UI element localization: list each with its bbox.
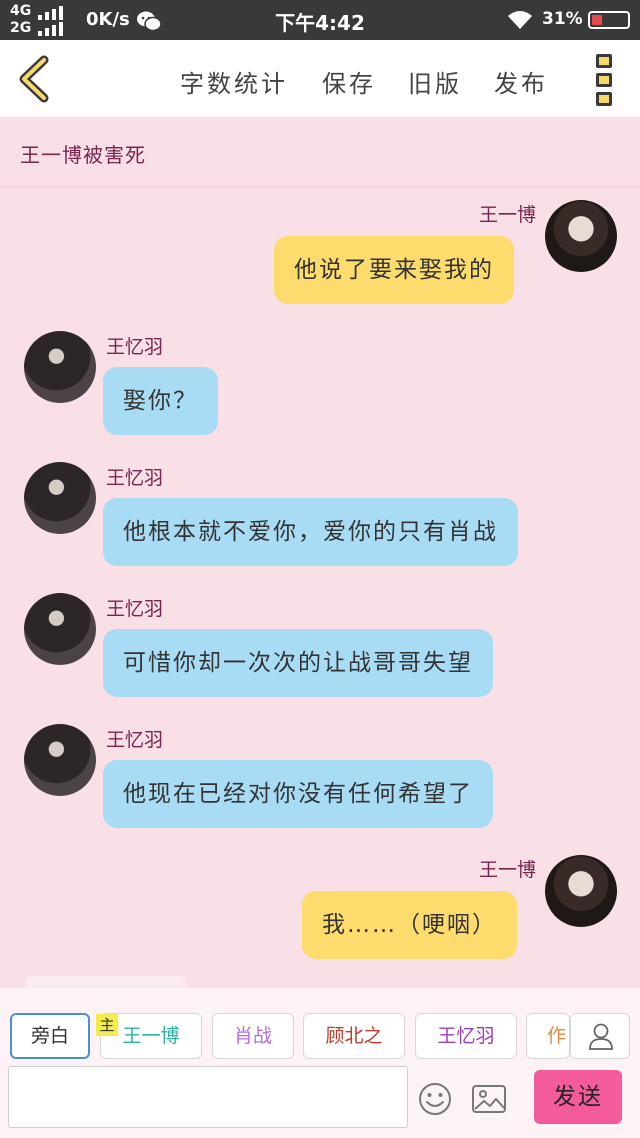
role-gu-beizhi[interactable]: 顾北之 [303, 1013, 405, 1059]
message-bubble[interactable]: 他现在已经对你没有任何希望了 [103, 760, 493, 828]
message-bubble[interactable]: 我……（哽咽） [302, 891, 517, 959]
role-xiao-zhan[interactable]: 肖战 [212, 1013, 294, 1059]
back-chevron-icon[interactable] [12, 54, 56, 104]
person-icon [589, 1023, 613, 1050]
message-bubble[interactable]: 他根本就不爱你，爱你的只有肖战 [103, 498, 518, 566]
battery-icon [588, 11, 630, 29]
avatar[interactable] [24, 462, 96, 534]
avatar[interactable] [545, 855, 617, 927]
sender-name: 王一博 [479, 204, 537, 226]
role-author[interactable]: 作 [526, 1013, 570, 1059]
story-title: 王一博被害死 [20, 143, 146, 167]
role-narration[interactable]: 旁白 [10, 1013, 90, 1059]
word-count-button[interactable]: 字数统计 [180, 64, 288, 99]
sender-name: 王忆羽 [106, 467, 164, 489]
add-role-button[interactable] [570, 1013, 630, 1059]
avatar[interactable] [24, 724, 96, 796]
sender-name: 王忆羽 [106, 729, 164, 751]
save-button[interactable]: 保存 [322, 64, 376, 99]
send-button[interactable]: 发送 [534, 1070, 622, 1124]
sender-name: 王忆羽 [106, 598, 164, 620]
old-version-button[interactable]: 旧版 [408, 64, 462, 99]
editor-toolbar: 字数统计 保存 旧版 发布 [0, 40, 640, 118]
message-bubble[interactable]: 他说了要来娶我的 [274, 236, 514, 304]
avatar[interactable] [24, 331, 96, 403]
main-role-badge: 主 [96, 1014, 118, 1036]
image-icon[interactable] [471, 1083, 507, 1115]
role-wang-yiyu[interactable]: 王忆羽 [415, 1013, 517, 1059]
more-menu-icon[interactable] [594, 54, 616, 106]
avatar[interactable] [24, 593, 96, 665]
message-input[interactable] [8, 1066, 408, 1128]
avatar[interactable] [545, 200, 617, 272]
sender-name: 王忆羽 [106, 336, 164, 358]
message-bubble[interactable]: 可惜你却一次次的让战哥哥失望 [103, 629, 493, 697]
wifi-icon [508, 11, 532, 29]
publish-button[interactable]: 发布 [494, 64, 548, 99]
sender-name: 王一博 [479, 859, 537, 881]
battery-percent: 31% [542, 9, 583, 29]
composer-panel: 旁白 王一博 主 肖战 顾北之 王忆羽 作 发送 [0, 988, 640, 1138]
emoji-icon[interactable] [418, 1082, 452, 1116]
message-bubble[interactable]: 娶你？ [103, 367, 218, 435]
status-bar: 4G 2G 0K/s 下午4:42 31% [0, 0, 640, 40]
title-divider [0, 186, 640, 187]
